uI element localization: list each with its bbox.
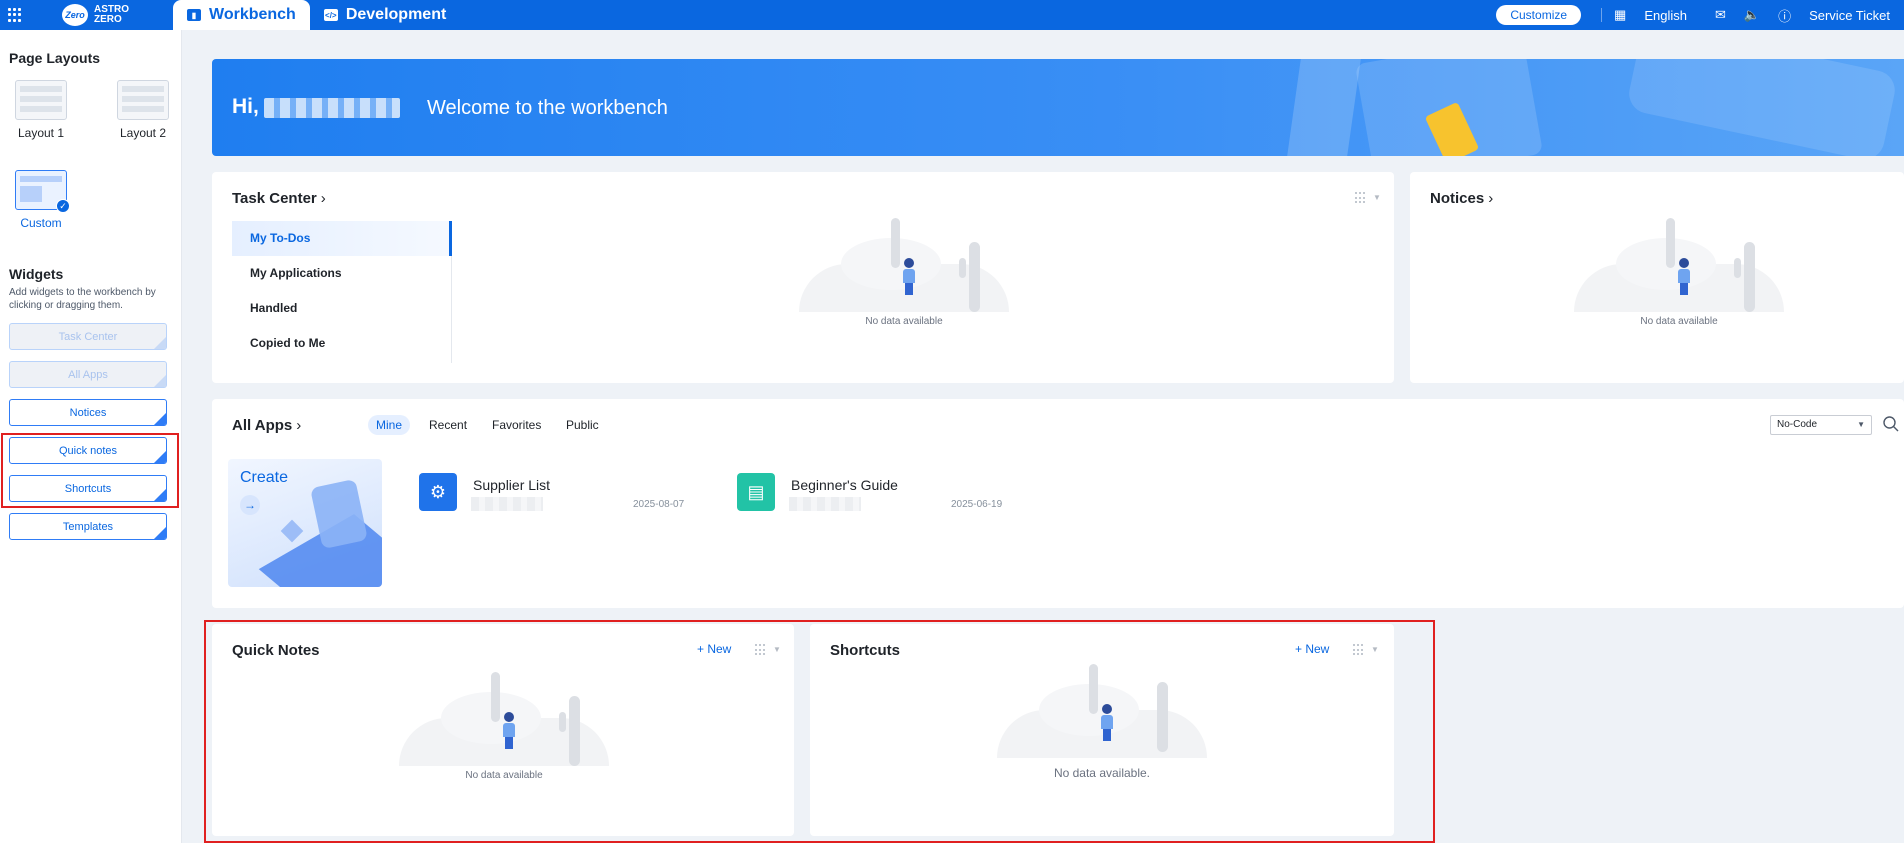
app-name: Beginner's Guide — [791, 477, 898, 493]
chevron-right-icon: › — [320, 190, 326, 207]
welcome-text: Welcome to the workbench — [427, 97, 668, 119]
logo-mark: Zero — [62, 4, 88, 26]
mail-icon[interactable]: ✉ — [1715, 7, 1726, 23]
layout-option-2[interactable]: Layout 2 — [116, 80, 170, 140]
all-apps-title-text: All Apps — [232, 417, 293, 434]
divider — [1601, 8, 1603, 22]
empty-illustration — [1574, 214, 1784, 312]
chevron-right-icon: › — [1488, 190, 1494, 207]
tab-copied-to-me[interactable]: Copied to Me — [232, 326, 451, 361]
customize-button[interactable]: Customize — [1496, 5, 1582, 25]
create-app-card[interactable]: Create → — [228, 459, 382, 587]
app-name: Supplier List — [473, 477, 551, 493]
app-launcher-icon[interactable] — [8, 8, 22, 22]
task-center-title-text: Task Center — [232, 190, 317, 207]
all-apps-title[interactable]: All Apps › — [232, 417, 301, 434]
arrow-right-icon: → — [240, 495, 260, 515]
highlight-box-widgets — [1, 433, 179, 508]
chevron-down-icon[interactable]: ▼ — [1373, 193, 1381, 202]
app-beginners-guide[interactable]: ▤ Beginner's Guide 2025-06-19 — [737, 473, 1017, 523]
redacted-username — [264, 98, 400, 118]
logo[interactable]: Zero ASTRO ZERO — [62, 4, 129, 26]
logo-text: ASTRO ZERO — [94, 5, 129, 25]
all-apps-card: All Apps › Mine Recent Favorites Public N… — [212, 399, 1904, 608]
language-switch[interactable]: English — [1644, 8, 1687, 23]
empty-illustration — [799, 214, 1009, 312]
redacted-text — [789, 497, 861, 511]
notices-card: Notices › No data available — [1410, 172, 1904, 383]
logo-line-2: ZERO — [94, 14, 122, 25]
empty-text: No data available — [1640, 316, 1718, 327]
top-bar: Zero ASTRO ZERO ▮ Workbench </> Developm… — [0, 0, 1904, 30]
notices-title-text: Notices — [1430, 190, 1485, 207]
speaker-icon[interactable]: 🔈 — [1744, 7, 1760, 23]
document-icon: ▤ — [737, 473, 775, 511]
app-type-value: No-Code — [1777, 419, 1818, 430]
tab-workbench-label: Workbench — [209, 6, 296, 23]
layout-2-thumbnail — [117, 80, 169, 120]
page-layouts-title: Page Layouts — [9, 50, 101, 66]
app-type-select[interactable]: No-Code ▼ — [1770, 415, 1872, 435]
widget-templates[interactable]: Templates — [9, 513, 167, 540]
greeting: Hi, — [232, 95, 259, 118]
tab-handled[interactable]: Handled — [232, 291, 451, 326]
service-ticket-link[interactable]: Service Ticket — [1809, 8, 1890, 23]
empty-state: No data available — [799, 214, 1009, 327]
app-supplier-list[interactable]: ⚙ Supplier List 2025-08-07 — [419, 473, 699, 523]
widget-notices[interactable]: Notices — [9, 399, 167, 426]
custom-layout-thumbnail: ✓ — [15, 170, 70, 213]
empty-state: No data available — [1574, 214, 1784, 327]
tab-development-label: Development — [345, 6, 447, 23]
redacted-text — [471, 497, 543, 511]
custom-layout-label: Custom — [20, 216, 62, 230]
empty-text: No data available — [865, 316, 943, 327]
chevron-down-icon: ▼ — [1857, 420, 1865, 429]
search-icon[interactable] — [1882, 415, 1900, 433]
qr-code-icon[interactable]: ▦ — [1614, 7, 1626, 23]
filter-recent[interactable]: Recent — [421, 415, 475, 435]
chart-icon: ▮ — [187, 9, 201, 21]
tab-development[interactable]: </> Development — [310, 0, 460, 30]
app-date: 2025-08-07 — [633, 499, 685, 510]
layout-1-label: Layout 1 — [17, 126, 65, 140]
widgets-description: Add widgets to the workbench by clicking… — [9, 287, 156, 311]
tab-my-todos[interactable]: My To-Dos — [232, 221, 452, 256]
code-icon: </> — [323, 9, 338, 21]
top-right-actions: Customize ▦ English ✉ 🔈 ⓘ Service Ticket — [1496, 0, 1890, 30]
check-icon: ✓ — [56, 199, 70, 213]
welcome-banner: Hi, Welcome to the workbench — [212, 59, 1904, 156]
task-center-tabs: My To-Dos My Applications Handled Copied… — [232, 221, 452, 363]
tab-my-applications[interactable]: My Applications — [232, 256, 451, 291]
create-label: Create — [240, 469, 289, 486]
tab-workbench[interactable]: ▮ Workbench — [173, 0, 310, 30]
help-icon[interactable]: ⓘ — [1778, 6, 1791, 25]
banner-decoration — [1625, 59, 1899, 156]
highlight-box-widgets-area — [204, 620, 1435, 843]
task-center-card: Task Center › ▼ My To-Dos My Applications… — [212, 172, 1394, 383]
widget-task-center[interactable]: Task Center — [9, 323, 167, 350]
layout-1-thumbnail — [15, 80, 67, 120]
task-center-title[interactable]: Task Center › — [232, 190, 326, 207]
app-date: 2025-06-19 — [951, 499, 1003, 510]
widgets-title: Widgets — [9, 266, 64, 282]
banner-decoration — [1287, 59, 1361, 156]
chevron-right-icon: › — [296, 417, 302, 434]
layout-option-1[interactable]: Layout 1 — [14, 80, 68, 140]
layout-2-label: Layout 2 — [119, 126, 167, 140]
widget-all-apps[interactable]: All Apps — [9, 361, 167, 388]
filter-mine[interactable]: Mine — [368, 415, 411, 435]
drag-handle-icon[interactable] — [1355, 192, 1367, 204]
supplier-app-icon: ⚙ — [419, 473, 457, 511]
notices-title[interactable]: Notices › — [1430, 190, 1493, 207]
layout-option-custom[interactable]: ✓ Custom — [14, 170, 70, 230]
filter-favorites[interactable]: Favorites — [484, 415, 549, 435]
filter-public[interactable]: Public — [558, 415, 607, 435]
